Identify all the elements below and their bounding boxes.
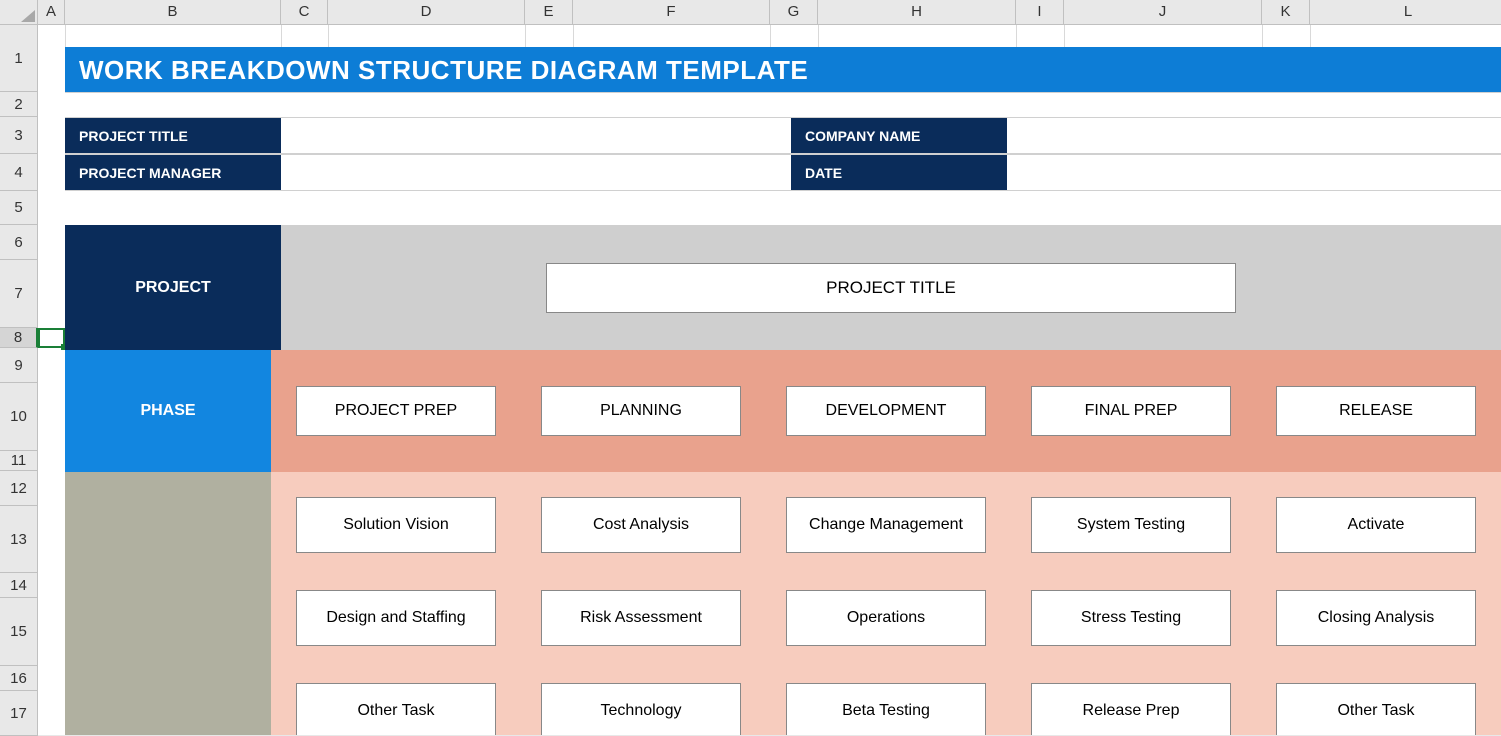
- column-header-C[interactable]: C: [281, 0, 328, 25]
- phase-box[interactable]: PROJECT PREP: [296, 386, 496, 436]
- row-header-10[interactable]: 10: [0, 383, 38, 451]
- column-header-L[interactable]: L: [1310, 0, 1501, 25]
- row-header-6[interactable]: 6: [0, 225, 38, 260]
- row-header-7[interactable]: 7: [0, 260, 38, 328]
- page-title: WORK BREAKDOWN STRUCTURE DIAGRAM TEMPLAT…: [65, 47, 1501, 93]
- project-row-label: PROJECT: [65, 225, 281, 350]
- task-box[interactable]: Cost Analysis: [541, 497, 741, 553]
- phase-box[interactable]: DEVELOPMENT: [786, 386, 986, 436]
- project-info-table: PROJECT TITLE COMPANY NAME PROJECT MANAG…: [65, 117, 1501, 191]
- row-header-4[interactable]: 4: [0, 154, 38, 191]
- task-box[interactable]: Beta Testing: [786, 683, 986, 735]
- project-title-label: PROJECT TITLE: [65, 117, 281, 154]
- row-header-15[interactable]: 15: [0, 598, 38, 666]
- phase-box[interactable]: RELEASE: [1276, 386, 1476, 436]
- company-name-value[interactable]: [1007, 117, 1501, 154]
- column-header-A[interactable]: A: [38, 0, 65, 25]
- row-header-14[interactable]: 14: [0, 573, 38, 598]
- row-header-12[interactable]: 12: [0, 471, 38, 506]
- row-header-9[interactable]: 9: [0, 348, 38, 383]
- row-headers: 1234567891011121314151617: [0, 25, 38, 736]
- wbs-diagram: PROJECT PROJECT TITLE PHASE PROJECT PREP…: [65, 225, 1501, 735]
- task-box[interactable]: Operations: [786, 590, 986, 646]
- row-header-2[interactable]: 2: [0, 92, 38, 117]
- task-row-label: [65, 472, 271, 735]
- spreadsheet-grid[interactable]: WORK BREAKDOWN STRUCTURE DIAGRAM TEMPLAT…: [38, 25, 1501, 735]
- task-box[interactable]: Release Prep: [1031, 683, 1231, 735]
- phase-box[interactable]: PLANNING: [541, 386, 741, 436]
- column-header-H[interactable]: H: [818, 0, 1016, 25]
- task-box[interactable]: System Testing: [1031, 497, 1231, 553]
- column-header-E[interactable]: E: [525, 0, 573, 25]
- column-header-J[interactable]: J: [1064, 0, 1262, 25]
- task-box[interactable]: Technology: [541, 683, 741, 735]
- task-box[interactable]: Stress Testing: [1031, 590, 1231, 646]
- row-header-13[interactable]: 13: [0, 506, 38, 573]
- date-value[interactable]: [1007, 154, 1501, 191]
- date-label: DATE: [791, 154, 1007, 191]
- project-manager-value[interactable]: [281, 154, 791, 191]
- row-header-17[interactable]: 17: [0, 691, 38, 736]
- task-box[interactable]: Solution Vision: [296, 497, 496, 553]
- task-box[interactable]: Other Task: [1276, 683, 1476, 735]
- project-title-value[interactable]: [281, 117, 791, 154]
- phase-box[interactable]: FINAL PREP: [1031, 386, 1231, 436]
- row-header-8[interactable]: 8: [0, 328, 38, 348]
- column-header-K[interactable]: K: [1262, 0, 1310, 25]
- column-headers: ABCDEFGHIJKLM: [38, 0, 1501, 25]
- row-header-16[interactable]: 16: [0, 666, 38, 691]
- phase-row-label: PHASE: [65, 350, 271, 472]
- company-name-label: COMPANY NAME: [791, 117, 1007, 154]
- row-header-11[interactable]: 11: [0, 451, 38, 471]
- task-box[interactable]: Design and Staffing: [296, 590, 496, 646]
- column-header-B[interactable]: B: [65, 0, 281, 25]
- task-box[interactable]: Risk Assessment: [541, 590, 741, 646]
- column-header-F[interactable]: F: [573, 0, 770, 25]
- task-box[interactable]: Activate: [1276, 497, 1476, 553]
- row-header-3[interactable]: 3: [0, 117, 38, 154]
- row-header-1[interactable]: 1: [0, 25, 38, 92]
- task-box[interactable]: Closing Analysis: [1276, 590, 1476, 646]
- column-header-I[interactable]: I: [1016, 0, 1064, 25]
- row-header-5[interactable]: 5: [0, 191, 38, 225]
- active-cell[interactable]: [38, 328, 65, 348]
- task-box[interactable]: Change Management: [786, 497, 986, 553]
- task-box[interactable]: Other Task: [296, 683, 496, 735]
- column-header-G[interactable]: G: [770, 0, 818, 25]
- select-all-corner[interactable]: [0, 0, 38, 25]
- column-header-D[interactable]: D: [328, 0, 525, 25]
- project-manager-label: PROJECT MANAGER: [65, 154, 281, 191]
- project-title-box[interactable]: PROJECT TITLE: [546, 263, 1236, 313]
